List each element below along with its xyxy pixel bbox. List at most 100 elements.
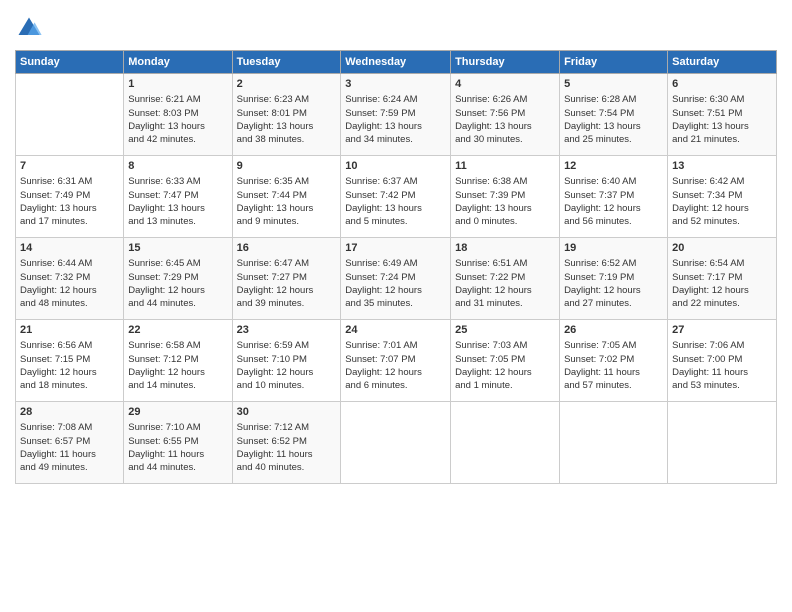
day-info-line: Sunrise: 6:58 AM	[128, 339, 227, 352]
day-info-line: Sunset: 7:59 PM	[345, 107, 446, 120]
day-number: 24	[345, 323, 446, 338]
calendar-cell: 17Sunrise: 6:49 AMSunset: 7:24 PMDayligh…	[341, 238, 451, 320]
calendar-cell: 19Sunrise: 6:52 AMSunset: 7:19 PMDayligh…	[560, 238, 668, 320]
day-number: 10	[345, 159, 446, 174]
calendar-cell: 10Sunrise: 6:37 AMSunset: 7:42 PMDayligh…	[341, 156, 451, 238]
day-info-line: Sunset: 7:42 PM	[345, 189, 446, 202]
day-info-line: Sunset: 7:24 PM	[345, 271, 446, 284]
day-number: 17	[345, 241, 446, 256]
day-info-line: Sunrise: 7:01 AM	[345, 339, 446, 352]
day-info-line: Daylight: 13 hours	[20, 202, 119, 215]
day-info-line: Sunrise: 7:12 AM	[237, 421, 337, 434]
day-info-line: and 56 minutes.	[564, 215, 663, 228]
day-info-line: and 49 minutes.	[20, 461, 119, 474]
calendar-cell: 6Sunrise: 6:30 AMSunset: 7:51 PMDaylight…	[668, 74, 777, 156]
day-info-line: Sunset: 7:49 PM	[20, 189, 119, 202]
day-info-line: and 44 minutes.	[128, 297, 227, 310]
calendar-cell	[668, 402, 777, 484]
calendar-cell: 11Sunrise: 6:38 AMSunset: 7:39 PMDayligh…	[451, 156, 560, 238]
day-info-line: and 10 minutes.	[237, 379, 337, 392]
day-info-line: Sunset: 7:19 PM	[564, 271, 663, 284]
day-info-line: Sunrise: 6:51 AM	[455, 257, 555, 270]
day-info-line: and 52 minutes.	[672, 215, 772, 228]
day-number: 12	[564, 159, 663, 174]
day-info-line: Sunset: 6:57 PM	[20, 435, 119, 448]
header	[15, 10, 777, 42]
day-info-line: Sunset: 7:29 PM	[128, 271, 227, 284]
day-number: 20	[672, 241, 772, 256]
day-number: 7	[20, 159, 119, 174]
day-info-line: Sunset: 7:10 PM	[237, 353, 337, 366]
calendar-cell: 27Sunrise: 7:06 AMSunset: 7:00 PMDayligh…	[668, 320, 777, 402]
calendar-cell	[451, 402, 560, 484]
day-info-line: Daylight: 13 hours	[237, 202, 337, 215]
day-info-line: Sunrise: 6:59 AM	[237, 339, 337, 352]
day-info-line: Sunrise: 6:23 AM	[237, 93, 337, 106]
day-number: 3	[345, 77, 446, 92]
day-info-line: Sunrise: 7:08 AM	[20, 421, 119, 434]
day-info-line: and 0 minutes.	[455, 215, 555, 228]
day-number: 26	[564, 323, 663, 338]
day-number: 30	[237, 405, 337, 420]
calendar-cell	[16, 74, 124, 156]
day-info-line: Sunrise: 6:35 AM	[237, 175, 337, 188]
calendar-cell: 14Sunrise: 6:44 AMSunset: 7:32 PMDayligh…	[16, 238, 124, 320]
day-info-line: and 5 minutes.	[345, 215, 446, 228]
day-info-line: Sunrise: 6:38 AM	[455, 175, 555, 188]
day-info-line: Daylight: 11 hours	[128, 448, 227, 461]
day-info-line: Daylight: 13 hours	[455, 202, 555, 215]
day-number: 11	[455, 159, 555, 174]
day-info-line: Sunrise: 6:49 AM	[345, 257, 446, 270]
day-info-line: Sunrise: 6:28 AM	[564, 93, 663, 106]
day-info-line: Sunrise: 6:42 AM	[672, 175, 772, 188]
calendar-cell	[341, 402, 451, 484]
day-info-line: and 17 minutes.	[20, 215, 119, 228]
day-header-friday: Friday	[560, 51, 668, 74]
calendar-cell: 24Sunrise: 7:01 AMSunset: 7:07 PMDayligh…	[341, 320, 451, 402]
day-info-line: Sunrise: 6:44 AM	[20, 257, 119, 270]
day-info-line: Daylight: 13 hours	[672, 120, 772, 133]
day-number: 5	[564, 77, 663, 92]
calendar-cell: 30Sunrise: 7:12 AMSunset: 6:52 PMDayligh…	[232, 402, 341, 484]
calendar-cell: 9Sunrise: 6:35 AMSunset: 7:44 PMDaylight…	[232, 156, 341, 238]
day-info-line: Sunset: 7:22 PM	[455, 271, 555, 284]
day-info-line: Sunset: 7:27 PM	[237, 271, 337, 284]
calendar-cell: 22Sunrise: 6:58 AMSunset: 7:12 PMDayligh…	[124, 320, 232, 402]
day-info-line: and 18 minutes.	[20, 379, 119, 392]
day-info-line: Daylight: 13 hours	[345, 202, 446, 215]
day-info-line: and 42 minutes.	[128, 133, 227, 146]
day-info-line: Sunset: 7:17 PM	[672, 271, 772, 284]
calendar-cell: 16Sunrise: 6:47 AMSunset: 7:27 PMDayligh…	[232, 238, 341, 320]
day-number: 14	[20, 241, 119, 256]
day-info-line: Sunset: 7:32 PM	[20, 271, 119, 284]
day-number: 16	[237, 241, 337, 256]
day-info-line: Daylight: 12 hours	[345, 284, 446, 297]
calendar-header-row: SundayMondayTuesdayWednesdayThursdayFrid…	[16, 51, 777, 74]
day-info-line: Daylight: 13 hours	[455, 120, 555, 133]
calendar-cell: 5Sunrise: 6:28 AMSunset: 7:54 PMDaylight…	[560, 74, 668, 156]
calendar-cell: 12Sunrise: 6:40 AMSunset: 7:37 PMDayligh…	[560, 156, 668, 238]
day-info-line: Daylight: 12 hours	[455, 366, 555, 379]
day-info-line: Sunrise: 6:52 AM	[564, 257, 663, 270]
day-info-line: Daylight: 11 hours	[237, 448, 337, 461]
calendar-week-row: 7Sunrise: 6:31 AMSunset: 7:49 PMDaylight…	[16, 156, 777, 238]
calendar-week-row: 28Sunrise: 7:08 AMSunset: 6:57 PMDayligh…	[16, 402, 777, 484]
day-number: 1	[128, 77, 227, 92]
calendar-cell: 3Sunrise: 6:24 AMSunset: 7:59 PMDaylight…	[341, 74, 451, 156]
day-info-line: Sunrise: 6:47 AM	[237, 257, 337, 270]
day-info-line: Daylight: 12 hours	[672, 202, 772, 215]
day-info-line: Daylight: 12 hours	[345, 366, 446, 379]
calendar-cell: 25Sunrise: 7:03 AMSunset: 7:05 PMDayligh…	[451, 320, 560, 402]
day-info-line: Daylight: 12 hours	[20, 284, 119, 297]
day-info-line: Sunset: 7:56 PM	[455, 107, 555, 120]
day-info-line: and 21 minutes.	[672, 133, 772, 146]
day-info-line: Sunset: 8:03 PM	[128, 107, 227, 120]
day-info-line: and 9 minutes.	[237, 215, 337, 228]
day-number: 25	[455, 323, 555, 338]
day-info-line: Daylight: 11 hours	[564, 366, 663, 379]
day-info-line: Daylight: 13 hours	[564, 120, 663, 133]
calendar-cell: 4Sunrise: 6:26 AMSunset: 7:56 PMDaylight…	[451, 74, 560, 156]
logo-icon	[15, 14, 43, 42]
day-info-line: Daylight: 12 hours	[564, 284, 663, 297]
day-info-line: Daylight: 13 hours	[345, 120, 446, 133]
